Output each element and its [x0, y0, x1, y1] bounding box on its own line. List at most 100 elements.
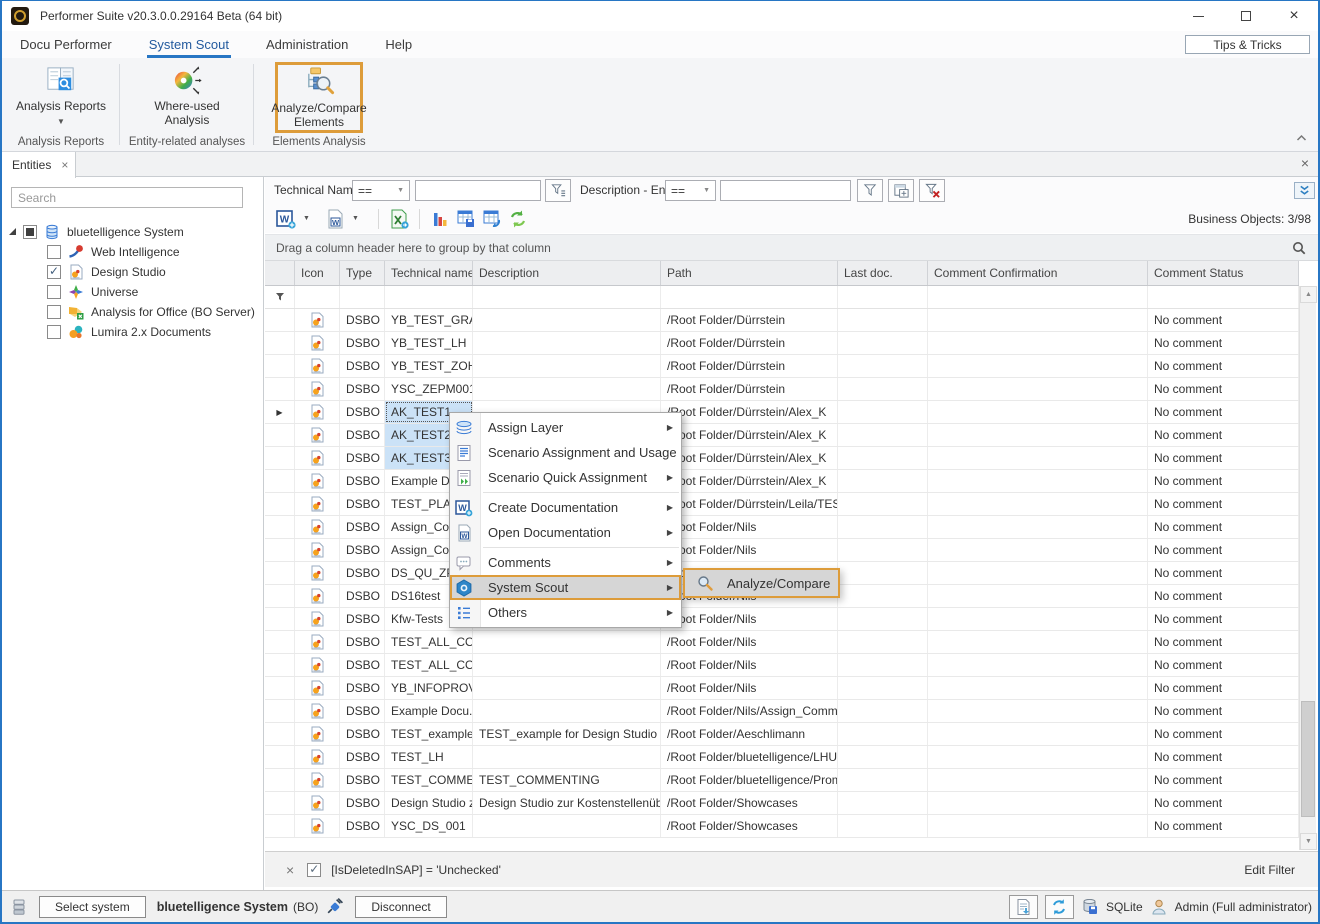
- column-header-path[interactable]: Path: [661, 261, 838, 285]
- tab-system-scout[interactable]: System Scout: [147, 31, 231, 58]
- cell-comment-confirmation[interactable]: [928, 792, 1148, 814]
- cell-description[interactable]: [473, 332, 661, 354]
- filter-enabled-checkbox[interactable]: [307, 863, 321, 877]
- tree-item-checkbox[interactable]: [47, 325, 61, 339]
- cell-comment-confirmation[interactable]: [928, 562, 1148, 584]
- cell-technical-name[interactable]: YB_TEST_GRAPH: [385, 309, 473, 331]
- cell-comment-confirmation[interactable]: [928, 723, 1148, 745]
- cell-comment-confirmation[interactable]: [928, 470, 1148, 492]
- cell-path[interactable]: /Root Folder/Dürrstein: [661, 355, 838, 377]
- cell-comment-confirmation[interactable]: [928, 378, 1148, 400]
- cell-comment-status[interactable]: No comment: [1148, 677, 1299, 699]
- cell-comment-status[interactable]: No comment: [1148, 700, 1299, 722]
- tips-and-tricks-button[interactable]: Tips & Tricks: [1185, 35, 1310, 54]
- cell-path[interactable]: /Root Folder/Nils: [661, 608, 838, 630]
- context-menu-item-open-documentation[interactable]: W Open Documentation ▶: [450, 520, 681, 545]
- cell-comment-status[interactable]: No comment: [1148, 447, 1299, 469]
- table-row[interactable]: DSBO Design Studio z... Design Studio zu…: [265, 792, 1299, 815]
- cell-description[interactable]: [473, 631, 661, 653]
- cell-comment-confirmation[interactable]: [928, 309, 1148, 331]
- tab-administration[interactable]: Administration: [264, 31, 350, 58]
- cell-path[interactable]: /Root Folder/Dürrstein/Alex_K: [661, 470, 838, 492]
- tree-item-checkbox[interactable]: [47, 285, 61, 299]
- cell-comment-status[interactable]: No comment: [1148, 769, 1299, 791]
- cell-type[interactable]: DSBO: [340, 585, 385, 607]
- cell-comment-status[interactable]: No comment: [1148, 401, 1299, 423]
- table-row[interactable]: DSBO YB_TEST_ZOHO /Root Folder/Dürrstein…: [265, 355, 1299, 378]
- save-grid-layout-button[interactable]: [453, 207, 479, 231]
- cell-path[interactable]: /Root Folder/Nils: [661, 677, 838, 699]
- cell-comment-confirmation[interactable]: [928, 447, 1148, 469]
- dropdown-caret-icon[interactable]: ▼: [303, 215, 310, 222]
- table-row[interactable]: DSBO Kfw-Tests /Root Folder/Nils No comm…: [265, 608, 1299, 631]
- cell-type[interactable]: DSBO: [340, 309, 385, 331]
- cell-path[interactable]: /Root Folder/Dürrstein/Alex_K: [661, 447, 838, 469]
- tree-item[interactable]: Design Studio: [2, 262, 263, 282]
- cell-technical-name[interactable]: YB_INFOPROV...: [385, 677, 473, 699]
- cell-type[interactable]: DSBO: [340, 608, 385, 630]
- table-row[interactable]: DSBO AK_TEST3 /Root Folder/Dürrstein/Ale…: [265, 447, 1299, 470]
- context-menu-item-others[interactable]: Others ▶: [450, 600, 681, 625]
- cell-last-doc[interactable]: [838, 631, 928, 653]
- cell-type[interactable]: DSBO: [340, 654, 385, 676]
- cell-type[interactable]: DSBO: [340, 355, 385, 377]
- cell-comment-status[interactable]: No comment: [1148, 723, 1299, 745]
- cell-comment-confirmation[interactable]: [928, 516, 1148, 538]
- cell-last-doc[interactable]: [838, 562, 928, 584]
- dropdown-caret-icon[interactable]: ▼: [352, 215, 359, 222]
- cell-type[interactable]: DSBO: [340, 539, 385, 561]
- cell-technical-name[interactable]: YB_TEST_LH: [385, 332, 473, 354]
- cell-description[interactable]: [473, 746, 661, 768]
- search-input[interactable]: [11, 187, 243, 208]
- disconnect-button[interactable]: Disconnect: [355, 896, 446, 918]
- tree-expander-icon[interactable]: [9, 228, 16, 235]
- cell-comment-confirmation[interactable]: [928, 608, 1148, 630]
- log-document-button[interactable]: [1009, 895, 1038, 919]
- cell-comment-status[interactable]: No comment: [1148, 516, 1299, 538]
- cell-last-doc[interactable]: [838, 516, 928, 538]
- cell-comment-status[interactable]: No comment: [1148, 355, 1299, 377]
- cell-comment-confirmation[interactable]: [928, 700, 1148, 722]
- tree-item[interactable]: Analysis for Office (BO Server): [2, 302, 263, 322]
- cell-comment-confirmation[interactable]: [928, 654, 1148, 676]
- table-row[interactable]: DSBO YSC_DS_001 /Root Folder/Showcases N…: [265, 815, 1299, 838]
- cell-comment-status[interactable]: No comment: [1148, 792, 1299, 814]
- cell-last-doc[interactable]: [838, 539, 928, 561]
- cell-path[interactable]: /Root Folder/Dürrstein/Alex_K: [661, 401, 838, 423]
- context-menu-item-scenario-quick-assignment[interactable]: Scenario Quick Assignment ▶: [450, 465, 681, 490]
- cell-comment-confirmation[interactable]: [928, 815, 1148, 837]
- cell-description[interactable]: [473, 654, 661, 676]
- create-word-doc-button[interactable]: W ▼: [273, 207, 322, 231]
- column-header-icon[interactable]: Icon: [295, 261, 340, 285]
- group-by-panel[interactable]: Drag a column header here to group by th…: [265, 234, 1318, 261]
- cell-path[interactable]: /Root Folder/Nils: [661, 631, 838, 653]
- cell-path[interactable]: /Root Folder/Nils: [661, 654, 838, 676]
- submenu-item-analyze-compare[interactable]: Analyze/Compare: [727, 576, 830, 591]
- analysis-reports-button[interactable]: Analysis Reports ▼: [13, 63, 109, 133]
- cell-comment-status[interactable]: No comment: [1148, 654, 1299, 676]
- cell-comment-confirmation[interactable]: [928, 769, 1148, 791]
- cell-last-doc[interactable]: [838, 792, 928, 814]
- refresh-button[interactable]: [505, 207, 531, 231]
- cell-type[interactable]: DSBO: [340, 562, 385, 584]
- cell-technical-name[interactable]: TEST_LH: [385, 746, 473, 768]
- table-row[interactable]: DSBO TEST_LH /Root Folder/bluetelligence…: [265, 746, 1299, 769]
- cell-type[interactable]: DSBO: [340, 516, 385, 538]
- table-row[interactable]: DSBO Example Docu... /Root Folder/Nils/A…: [265, 700, 1299, 723]
- cell-technical-name[interactable]: Example Docu...: [385, 700, 473, 722]
- export-excel-button[interactable]: [386, 207, 412, 231]
- cell-type[interactable]: DSBO: [340, 723, 385, 745]
- open-word-doc-button[interactable]: W ▼: [322, 207, 371, 231]
- collapse-ribbon-button[interactable]: [1295, 132, 1308, 144]
- cell-last-doc[interactable]: [838, 608, 928, 630]
- scroll-down-button[interactable]: ▼: [1300, 833, 1317, 850]
- cell-description[interactable]: [473, 309, 661, 331]
- cell-technical-name[interactable]: TEST_example: [385, 723, 473, 745]
- column-header-description[interactable]: Description: [473, 261, 661, 285]
- cell-description[interactable]: [473, 677, 661, 699]
- close-button[interactable]: ×: [1270, 1, 1318, 31]
- vertical-scrollbar[interactable]: ▲ ▼: [1299, 286, 1316, 850]
- analysis-chart-button[interactable]: [427, 207, 453, 231]
- cell-description[interactable]: TEST_example for Design Studio: [473, 723, 661, 745]
- cell-path[interactable]: /Root Folder/Dürrstein: [661, 309, 838, 331]
